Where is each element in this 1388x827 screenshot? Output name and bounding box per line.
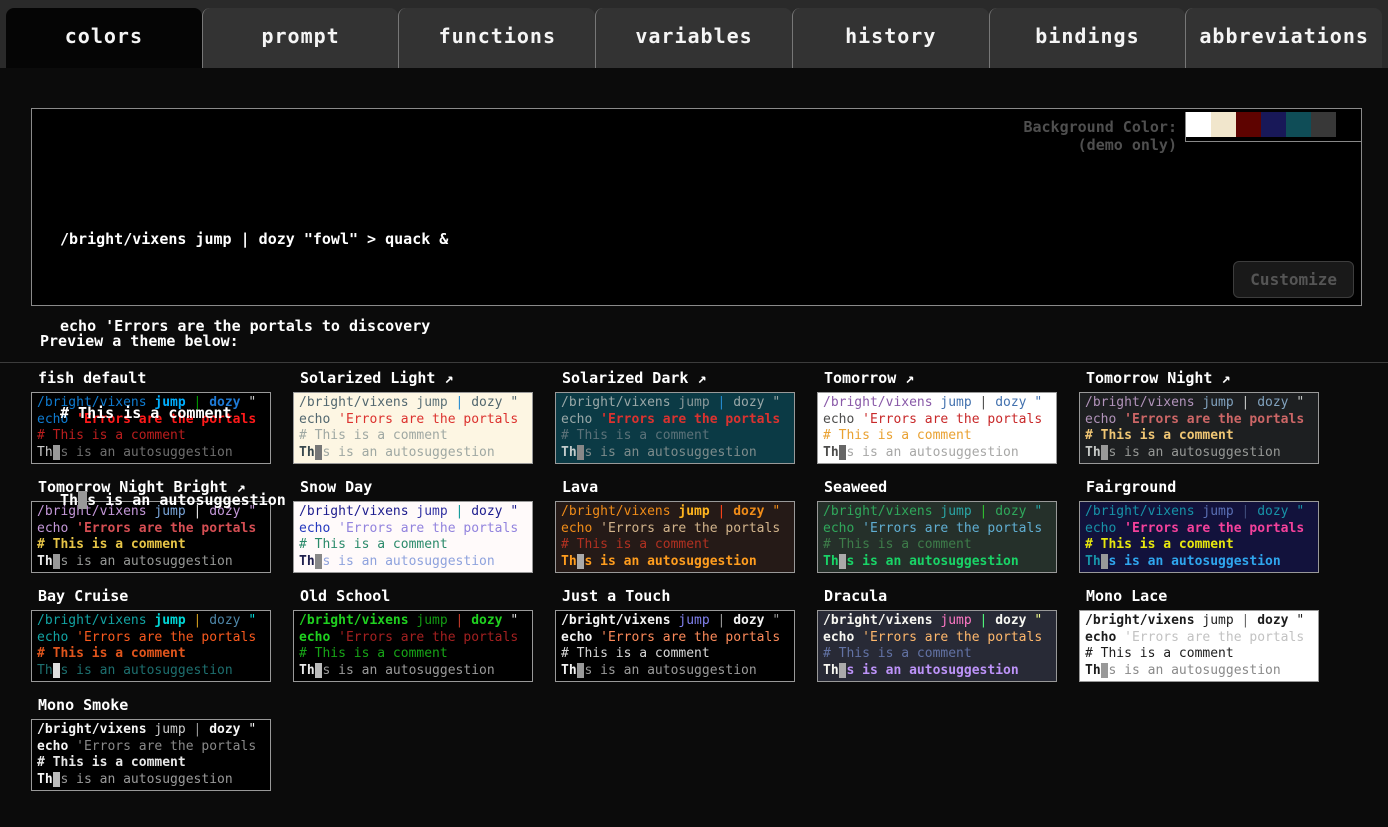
preview-command-line: /bright/vixens jump | dozy "fowl" > quac… [60, 225, 448, 254]
tab-colors[interactable]: colors [6, 8, 202, 68]
theme-tile[interactable]: Dracula/bright/vixens jump | dozy "echo … [817, 587, 1079, 682]
background-color-label-line2: (demo only) [1023, 136, 1177, 154]
theme-name: Lava [562, 478, 817, 496]
bg-swatch[interactable] [1261, 112, 1286, 137]
theme-tile[interactable]: Solarized Dark ↗ /bright/vixens jump | do… [555, 369, 817, 464]
theme-preview: /bright/vixens jump | dozy "echo 'Errors… [293, 610, 533, 682]
preview-comment-line: # This is a comment [60, 399, 448, 428]
theme-name: Old School [300, 587, 555, 605]
tab-prompt[interactable]: prompt [202, 8, 399, 68]
text-cursor: i [78, 491, 87, 509]
bg-swatch[interactable] [1186, 112, 1211, 137]
theme-preview: /bright/vixens jump | dozy "echo 'Errors… [555, 501, 795, 573]
bg-swatch[interactable] [1236, 112, 1261, 137]
tab-history[interactable]: history [792, 8, 989, 68]
theme-tile[interactable]: Old School/bright/vixens jump | dozy "ec… [293, 587, 555, 682]
background-color-picker: Background Color: (demo only) [1023, 112, 1362, 154]
tab-variables[interactable]: variables [595, 8, 792, 68]
colors-page: Background Color: (demo only) /bright/vi… [0, 108, 1388, 805]
theme-tile[interactable]: Tomorrow ↗ /bright/vixens jump | dozy "ec… [817, 369, 1079, 464]
theme-name: Solarized Dark ↗ [562, 369, 817, 387]
theme-name: Tomorrow Night ↗ [1086, 369, 1341, 387]
terminal-preview: /bright/vixens jump | dozy "fowl" > quac… [60, 167, 448, 573]
theme-preview: /bright/vixens jump | dozy "echo 'Errors… [1079, 610, 1319, 682]
theme-name: Bay Cruise [38, 587, 293, 605]
tab-bindings[interactable]: bindings [989, 8, 1186, 68]
theme-preview: /bright/vixens jump | dozy "echo 'Errors… [31, 610, 271, 682]
theme-preview: /bright/vixens jump | dozy "echo 'Errors… [817, 392, 1057, 464]
typed-text: Th [60, 491, 78, 509]
theme-tile[interactable]: Tomorrow Night ↗ /bright/vixens jump | do… [1079, 369, 1341, 464]
bg-swatch[interactable] [1311, 112, 1336, 137]
theme-name: Dracula [824, 587, 1079, 605]
theme-name: Mono Lace [1086, 587, 1341, 605]
bg-swatch[interactable] [1336, 112, 1361, 137]
bg-swatch[interactable] [1211, 112, 1236, 137]
theme-tile[interactable]: Bay Cruise/bright/vixens jump | dozy "ec… [31, 587, 293, 682]
preview-autosuggestion-line: This is an autosuggestion [60, 486, 448, 515]
background-color-label-line1: Background Color: [1023, 118, 1177, 136]
tab-functions[interactable]: functions [398, 8, 595, 68]
tab-abbreviations[interactable]: abbreviations [1185, 8, 1382, 68]
theme-preview: /bright/vixens jump | dozy "echo 'Errors… [555, 392, 795, 464]
theme-preview: /bright/vixens jump | dozy "echo 'Errors… [555, 610, 795, 682]
tab-bar: colorspromptfunctionsvariableshistorybin… [0, 0, 1388, 68]
theme-preview: /bright/vixens jump | dozy "echo 'Errors… [817, 610, 1057, 682]
theme-preview: /bright/vixens jump | dozy "echo 'Errors… [1079, 392, 1319, 464]
theme-preview: /bright/vixens jump | dozy "echo 'Errors… [1079, 501, 1319, 573]
preview-error-line: echo 'Errors are the portals to discover… [60, 312, 448, 341]
color-preview-panel: Background Color: (demo only) /bright/vi… [31, 108, 1362, 306]
customize-button[interactable]: Customize [1233, 261, 1354, 298]
background-color-label: Background Color: (demo only) [1023, 118, 1177, 154]
theme-tile[interactable]: Just a Touch/bright/vixens jump | dozy "… [555, 587, 817, 682]
theme-tile[interactable]: Seaweed/bright/vixens jump | dozy "echo … [817, 478, 1079, 573]
theme-name: Seaweed [824, 478, 1079, 496]
bg-swatch[interactable] [1286, 112, 1311, 137]
theme-name: Mono Smoke [38, 696, 293, 714]
theme-preview: /bright/vixens jump | dozy "echo 'Errors… [817, 501, 1057, 573]
theme-tile[interactable]: Mono Lace/bright/vixens jump | dozy "ech… [1079, 587, 1341, 682]
theme-tile[interactable]: Fairground/bright/vixens jump | dozy "ec… [1079, 478, 1341, 573]
theme-tile[interactable]: Lava/bright/vixens jump | dozy "echo 'Er… [555, 478, 817, 573]
theme-tile[interactable]: Mono Smoke/bright/vixens jump | dozy "ec… [31, 696, 293, 791]
theme-name: Tomorrow ↗ [824, 369, 1079, 387]
theme-name: Just a Touch [562, 587, 817, 605]
background-color-swatches [1185, 112, 1362, 142]
theme-name: Fairground [1086, 478, 1341, 496]
theme-preview: /bright/vixens jump | dozy "echo 'Errors… [31, 719, 271, 791]
autosuggestion-text: s is an autosuggestion [87, 491, 286, 509]
